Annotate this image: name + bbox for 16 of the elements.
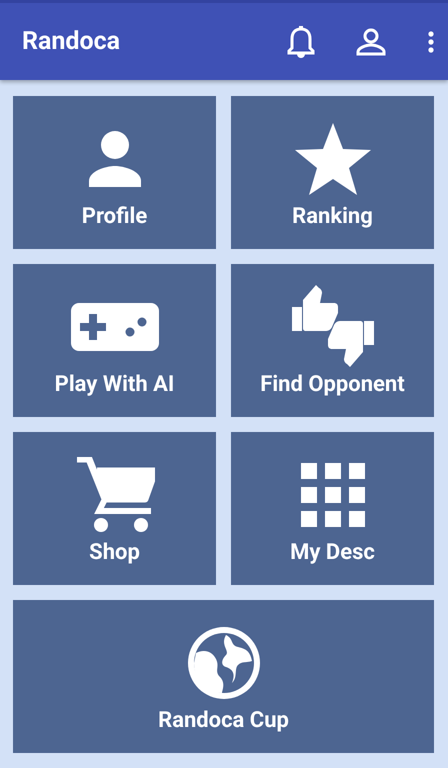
menu-tile[interactable]: Play With AI [13, 264, 216, 417]
star-icon [292, 121, 372, 197]
menu-tile[interactable]: Profile [13, 96, 216, 249]
menu-tile[interactable]: My Desc [231, 432, 434, 585]
cart-icon [74, 457, 154, 533]
menu-tile[interactable]: Shop [13, 432, 216, 585]
menu-tile[interactable]: Find Opponent [231, 264, 434, 417]
app-title: Randoca [22, 27, 121, 56]
gamepad-icon [70, 302, 160, 352]
notification-bell-icon[interactable] [286, 26, 316, 58]
more-menu-icon[interactable] [428, 30, 434, 52]
menu-tile[interactable]: Ranking [231, 96, 434, 249]
menu-tile[interactable]: Randoca Cup [13, 600, 434, 753]
thumbs-up-down-icon [290, 285, 376, 369]
grid-icon [300, 463, 364, 527]
account-icon[interactable] [356, 28, 386, 56]
